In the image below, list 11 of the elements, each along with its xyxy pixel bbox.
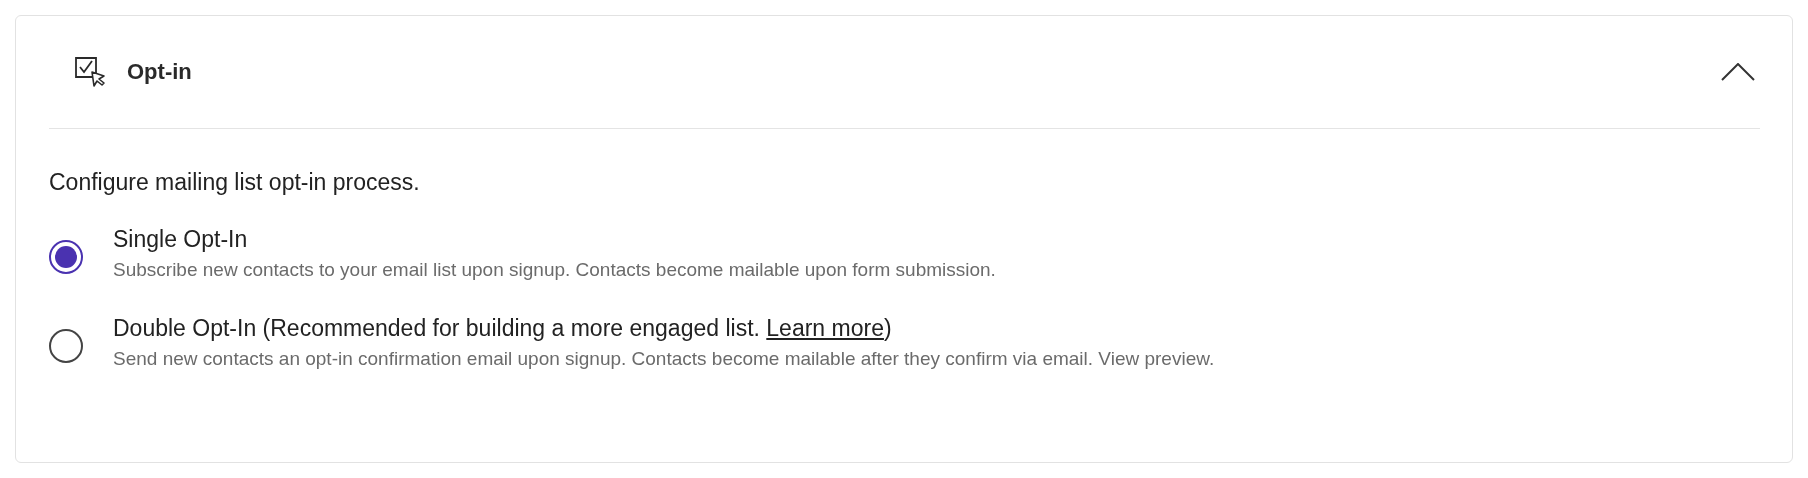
option-label: Double Opt-In (Recommended for building a more engaged list. Learn more) bbox=[113, 315, 893, 342]
section-description: Configure mailing list opt-in process. bbox=[49, 169, 421, 196]
checkbox-cursor-icon bbox=[73, 55, 107, 89]
chevron-icon[interactable] bbox=[1721, 63, 1755, 81]
option-hint: Subscribe new contacts to your email list upon signup. Contacts become mailable upon form submission. bbox=[113, 259, 996, 281]
option-hint: Send new contacts an opt-in confirmation email upon signup. Contacts become mailable after they confirm via email. View preview. bbox=[113, 348, 1215, 370]
radio-button[interactable] bbox=[49, 329, 83, 363]
section-title: Opt-in bbox=[127, 59, 192, 85]
learn-more-link[interactable]: Learn more bbox=[766, 315, 884, 341]
radio-button[interactable] bbox=[49, 240, 83, 274]
option-label: Single Opt-In bbox=[113, 226, 249, 253]
